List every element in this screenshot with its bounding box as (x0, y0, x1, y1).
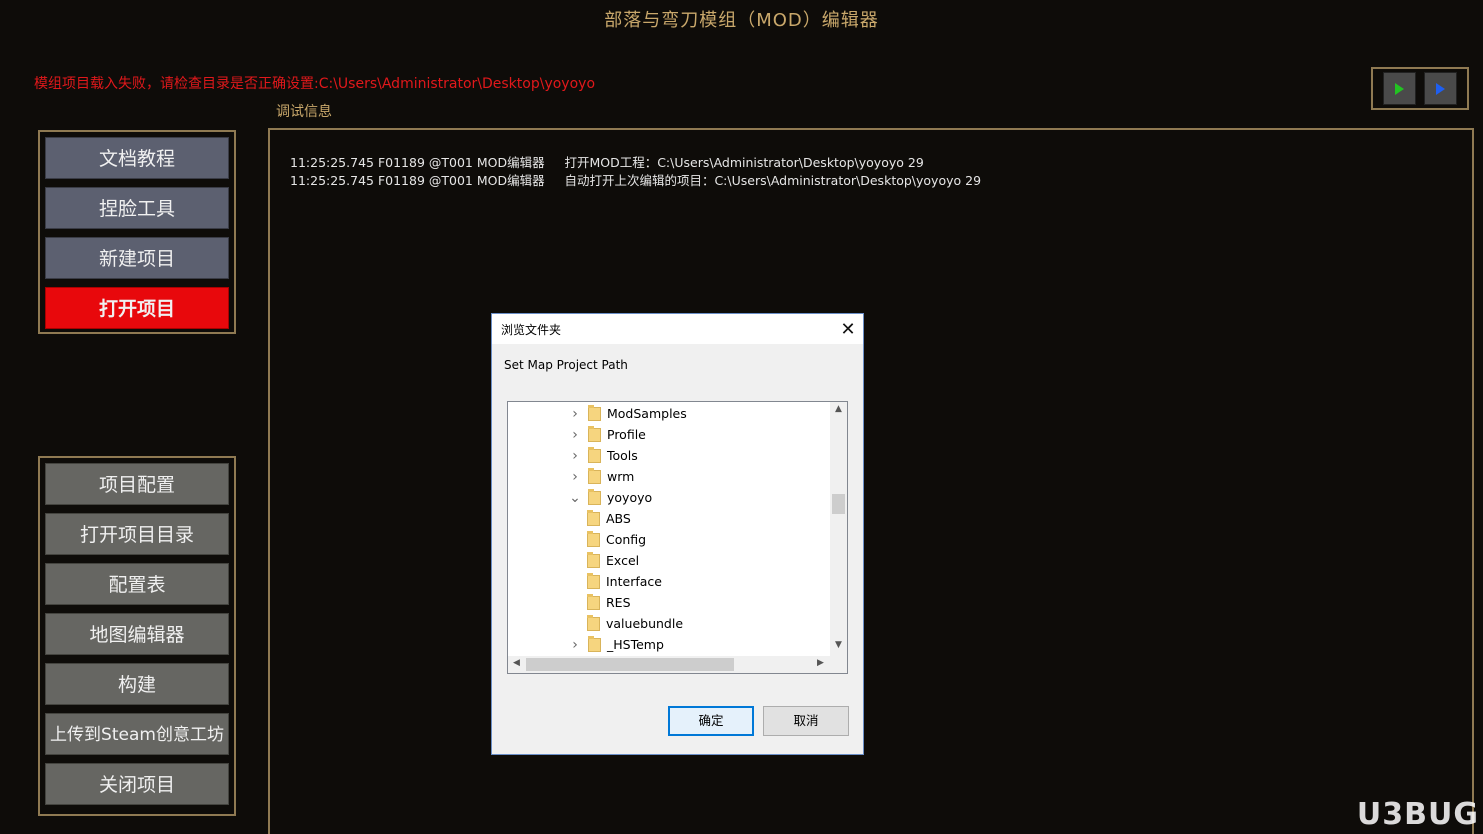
folder-icon (587, 530, 600, 547)
folder-icon (587, 509, 600, 526)
horizontal-scrollbar[interactable]: ◀ ▶ (508, 656, 847, 673)
chevron-right-icon[interactable]: › (568, 448, 582, 464)
open-project-dir-button[interactable]: 打开项目目录 (45, 513, 229, 555)
tree-item-label: Profile (607, 427, 646, 442)
open-project-button[interactable]: 打开项目 (45, 287, 229, 329)
horizontal-scroll-thumb[interactable] (526, 658, 734, 671)
scroll-up-icon[interactable]: ▲ (830, 404, 847, 414)
close-project-button[interactable]: 关闭项目 (45, 763, 229, 805)
docs-tutorial-button[interactable]: 文档教程 (45, 137, 229, 179)
play-blue-button[interactable] (1424, 72, 1457, 105)
folder-icon (587, 572, 600, 589)
tree-item-label: Excel (606, 553, 640, 568)
tree-item-label: Tools (607, 448, 638, 463)
upload-steam-button[interactable]: 上传到Steam创意工坊 (45, 713, 229, 755)
watermark-logo: U3BUG (1356, 797, 1479, 832)
tree-item[interactable]: › Profile (568, 424, 646, 445)
build-button[interactable]: 构建 (45, 663, 229, 705)
tree-item[interactable]: › ModSamples (568, 403, 687, 424)
tree-item-label: Config (606, 532, 647, 547)
dialog-prompt: Set Map Project Path (504, 358, 628, 372)
tree-item[interactable]: RES (587, 592, 631, 613)
folder-icon (587, 551, 600, 568)
chevron-right-icon[interactable]: › (568, 427, 582, 443)
debug-info-label: 调试信息 (276, 104, 332, 120)
scroll-right-icon[interactable]: ▶ (812, 658, 829, 668)
project-menu-panel: 项目配置 打开项目目录 配置表 地图编辑器 构建 上传到Steam创意工坊 关闭… (38, 456, 236, 816)
tree-item-label: wrm (607, 469, 635, 484)
folder-tree[interactable]: ▲ ▼ ◀ ▶ › ModSamples › Profile › Tools › wrm ⌄ yo… (507, 401, 848, 674)
vertical-scrollbar[interactable]: ▲ ▼ (830, 402, 847, 657)
dialog-title: 浏览文件夹 (501, 322, 562, 337)
tree-item[interactable]: › wrm (568, 466, 634, 487)
tree-item[interactable]: ⌄ yoyoyo (568, 487, 652, 508)
folder-icon (588, 635, 601, 652)
chevron-down-icon[interactable]: ⌄ (568, 490, 582, 506)
face-tool-button[interactable]: 捏脸工具 (45, 187, 229, 229)
folder-icon (588, 467, 601, 484)
play-green-icon (1395, 82, 1404, 95)
tree-item-label: _HSTemp (607, 637, 664, 652)
close-icon[interactable]: ✕ (833, 314, 863, 344)
main-menu-panel: 文档教程 捏脸工具 新建项目 打开项目 (38, 130, 236, 334)
tree-item-label: yoyoyo (607, 490, 653, 505)
tree-item-label: ModSamples (607, 406, 687, 421)
tree-item[interactable]: Config (587, 529, 646, 550)
tree-item-label: RES (606, 595, 631, 610)
play-green-button[interactable] (1383, 72, 1416, 105)
scroll-left-icon[interactable]: ◀ (508, 658, 525, 668)
scroll-corner (830, 656, 847, 673)
play-blue-icon (1436, 82, 1445, 95)
run-controls (1371, 67, 1469, 110)
tree-item[interactable]: ABS (587, 508, 631, 529)
tree-item[interactable]: Interface (587, 571, 662, 592)
tree-item[interactable]: valuebundle (587, 613, 683, 634)
folder-icon (588, 446, 601, 463)
tree-item-label: ABS (606, 511, 631, 526)
tree-item[interactable]: Excel (587, 550, 639, 571)
ok-button[interactable]: 确定 (668, 706, 754, 736)
tree-item[interactable]: › _HSTemp (568, 634, 664, 655)
project-config-button[interactable]: 项目配置 (45, 463, 229, 505)
folder-icon (588, 404, 601, 421)
folder-icon (587, 593, 600, 610)
debug-log-panel: 11:25:25.745 F01189 @T001 MOD编辑器 打开MOD工程… (268, 128, 1474, 834)
log-line: 11:25:25.745 F01189 @T001 MOD编辑器 自动打开上次编… (290, 173, 982, 188)
map-editor-button[interactable]: 地图编辑器 (45, 613, 229, 655)
cancel-button[interactable]: 取消 (763, 706, 849, 736)
folder-icon (588, 425, 601, 442)
folder-icon (587, 614, 600, 631)
chevron-right-icon[interactable]: › (568, 406, 582, 422)
app-title: 部落与弯刀模组（MOD）编辑器 (604, 10, 879, 31)
folder-icon (588, 488, 601, 505)
tree-item[interactable]: › Tools (568, 445, 638, 466)
config-table-button[interactable]: 配置表 (45, 563, 229, 605)
browse-folder-dialog: 浏览文件夹 ✕ Set Map Project Path ▲ ▼ ◀ ▶ › Mo… (491, 313, 864, 755)
tree-item-label: Interface (606, 574, 662, 589)
scroll-down-icon[interactable]: ▼ (830, 640, 847, 650)
chevron-right-icon[interactable]: › (568, 469, 582, 485)
dialog-titlebar: 浏览文件夹 ✕ (492, 314, 863, 344)
new-project-button[interactable]: 新建项目 (45, 237, 229, 279)
tree-item-label: valuebundle (606, 616, 684, 631)
chevron-right-icon[interactable]: › (568, 637, 582, 653)
vertical-scroll-thumb[interactable] (832, 494, 845, 514)
error-message: 模组项目载入失败，请检查目录是否正确设置:C:\Users\Administra… (34, 76, 596, 92)
log-line: 11:25:25.745 F01189 @T001 MOD编辑器 打开MOD工程… (290, 155, 924, 170)
